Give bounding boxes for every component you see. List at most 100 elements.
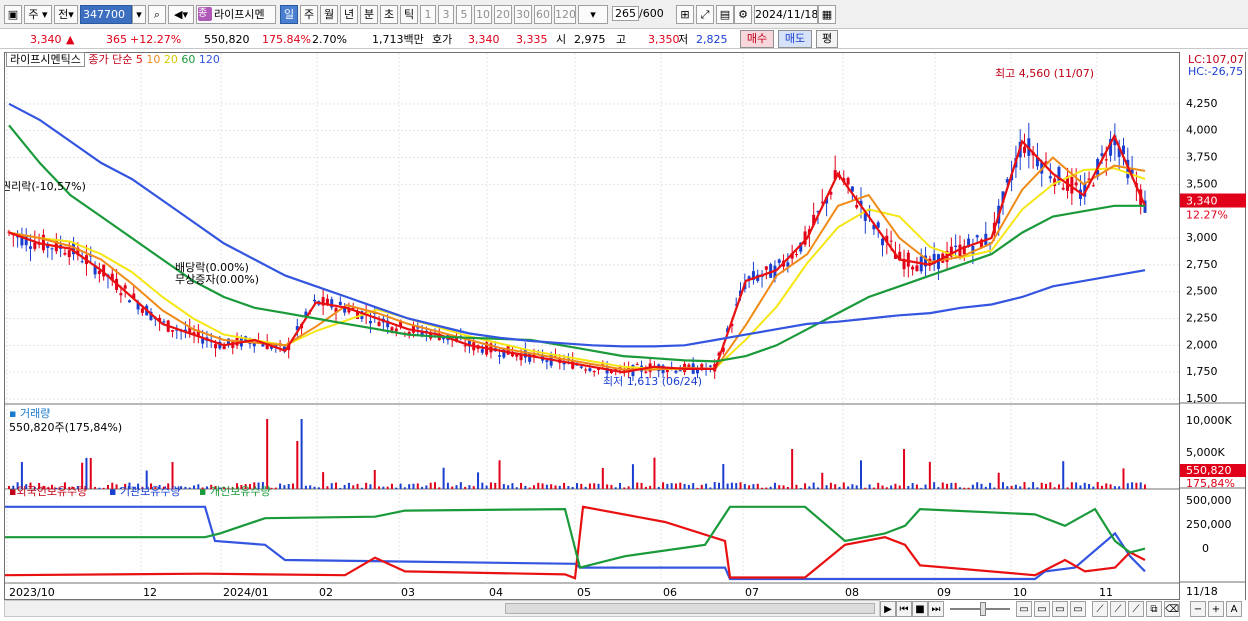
volume-bars-group — [8, 419, 1146, 489]
auto-scale-icon[interactable]: A — [1226, 601, 1242, 617]
scrollbar-thumb[interactable] — [505, 603, 875, 614]
candle-body — [708, 365, 712, 367]
minute-3[interactable]: 3 — [438, 5, 454, 24]
minute-10[interactable]: 10 — [474, 5, 492, 24]
period-minute[interactable]: 분 — [360, 5, 378, 24]
volume-bar — [322, 472, 325, 489]
window-menu-icon[interactable]: ▣ — [4, 5, 22, 24]
minute-1[interactable]: 1 — [420, 5, 436, 24]
period-month[interactable]: 월 — [320, 5, 338, 24]
volume-bar — [571, 487, 574, 489]
candle-body — [846, 177, 850, 185]
volume-bar — [1019, 486, 1022, 489]
volume-bar — [1062, 461, 1065, 489]
draw-line-icon-2[interactable]: ⟋ — [1110, 601, 1126, 617]
legend-ma10: 10 — [146, 53, 161, 66]
calendar-icon[interactable]: ▦ — [818, 5, 836, 24]
volume-bar — [1135, 482, 1138, 489]
draw-tool-icon[interactable]: ⤢ — [696, 5, 714, 24]
candle-body — [588, 368, 592, 371]
volume-bar — [722, 463, 725, 489]
candle-body — [119, 293, 123, 296]
candle-body — [377, 321, 381, 327]
volume-bar — [416, 483, 419, 489]
layout-icon-1[interactable]: ▭ — [1016, 601, 1032, 617]
evaluate-button[interactable]: 평 — [816, 30, 838, 48]
volume-bar — [1113, 486, 1116, 489]
custom-period-dropdown[interactable]: ▾ — [578, 5, 608, 24]
volume-bar — [1079, 485, 1082, 489]
minute-120[interactable]: 120 — [554, 5, 576, 24]
high-price: 3,350 — [648, 33, 680, 46]
period-second[interactable]: 초 — [380, 5, 398, 24]
volume-bar — [674, 483, 677, 489]
layout-icon-3[interactable]: ▭ — [1052, 601, 1068, 617]
buy-button[interactable]: 매수 — [740, 30, 774, 48]
minute-60[interactable]: 60 — [534, 5, 552, 24]
volume-bar — [1122, 468, 1125, 489]
volume-bar — [300, 419, 303, 489]
zoom-in-icon[interactable]: + — [1208, 601, 1224, 617]
price-legend: 라이프시멘틱스 종가 단순 5 10 20 60 120 — [6, 52, 220, 68]
period-week[interactable]: 주 — [300, 5, 318, 24]
code-dropdown-arrow[interactable]: ▾ — [132, 5, 146, 24]
menu-dropdown[interactable]: 주 ▾ — [24, 5, 52, 24]
search-icon[interactable]: ⌕ — [148, 5, 166, 24]
chart-svg: 2023/10 12 2024/01 02 03 04 05 06 07 08 09 10 11 최고 4… — [5, 53, 1181, 599]
draw-line-icon-3[interactable]: ⟋ — [1128, 601, 1144, 617]
minute-20[interactable]: 20 — [494, 5, 512, 24]
count-input[interactable]: 265 — [612, 6, 639, 21]
volume-bar — [576, 483, 578, 489]
copy-icon[interactable]: ⧉ — [1146, 601, 1162, 617]
chart-type-icon[interactable]: ⊞ — [676, 5, 694, 24]
volume-bar — [816, 487, 819, 489]
date-input[interactable]: 2024/11/18 — [754, 5, 818, 24]
volume-bar — [907, 485, 910, 489]
volume-bar — [472, 486, 475, 489]
sell-button[interactable]: 매도 — [778, 30, 812, 48]
period-year[interactable]: 년 — [340, 5, 358, 24]
horizontal-scrollbar[interactable] — [4, 600, 880, 617]
layout-icon-4[interactable]: ▭ — [1070, 601, 1086, 617]
volume-bar — [984, 486, 987, 489]
scroll-end-icon[interactable]: ⏭ — [928, 601, 944, 617]
volume-bar — [1131, 482, 1134, 489]
x-tick-label: 06 — [663, 586, 677, 599]
scroll-start-icon[interactable]: ⏮ — [896, 601, 912, 617]
save-icon[interactable]: ▤ — [716, 5, 734, 24]
period-day[interactable]: 일 — [280, 5, 298, 24]
scroll-next-icon[interactable]: ▶ — [880, 601, 896, 617]
stock-code-input[interactable]: 347700 — [80, 5, 132, 24]
candle-body — [63, 252, 67, 255]
erase-icon[interactable]: ⌫ — [1164, 601, 1180, 617]
minute-30[interactable]: 30 — [514, 5, 532, 24]
zoom-out-icon[interactable]: − — [1190, 601, 1206, 617]
stop-icon[interactable]: ■ — [912, 601, 928, 617]
chart-canvas[interactable]: 2023/10 12 2024/01 02 03 04 05 06 07 08 09 10 11 최고 4… — [4, 52, 1181, 600]
price-tick-label: 1,500 — [1186, 392, 1218, 405]
volume-bar — [438, 487, 441, 489]
turnover-rate: 2.70% — [312, 33, 347, 46]
candle-body — [313, 299, 317, 302]
volume-bar — [619, 482, 622, 489]
volume-bar — [1126, 483, 1129, 489]
minute-5[interactable]: 5 — [456, 5, 472, 24]
zoom-slider-handle[interactable] — [980, 602, 986, 616]
volume-bar — [954, 482, 957, 489]
candle-body — [911, 266, 915, 270]
market-dropdown[interactable]: 전▾ — [54, 5, 78, 24]
volume-ratio: 175.84% — [262, 33, 311, 46]
volume-bar — [541, 483, 544, 489]
period-tick[interactable]: 틱 — [400, 5, 418, 24]
volume-bar — [515, 487, 518, 489]
volume-bar — [1036, 487, 1039, 489]
volume-bar — [545, 484, 548, 489]
draw-line-icon-1[interactable]: ⟋ — [1092, 601, 1108, 617]
legend-stock-name[interactable]: 라이프시멘틱스 — [6, 52, 85, 67]
layout-icon-2[interactable]: ▭ — [1034, 601, 1050, 617]
sound-icon[interactable]: ◀▾ — [168, 5, 194, 24]
stock-name-field[interactable]: 종 라이프시멘 — [196, 5, 276, 24]
settings-gear-icon[interactable]: ⚙ — [734, 5, 752, 24]
volume-bar — [390, 483, 393, 489]
volume-bar — [847, 486, 850, 489]
